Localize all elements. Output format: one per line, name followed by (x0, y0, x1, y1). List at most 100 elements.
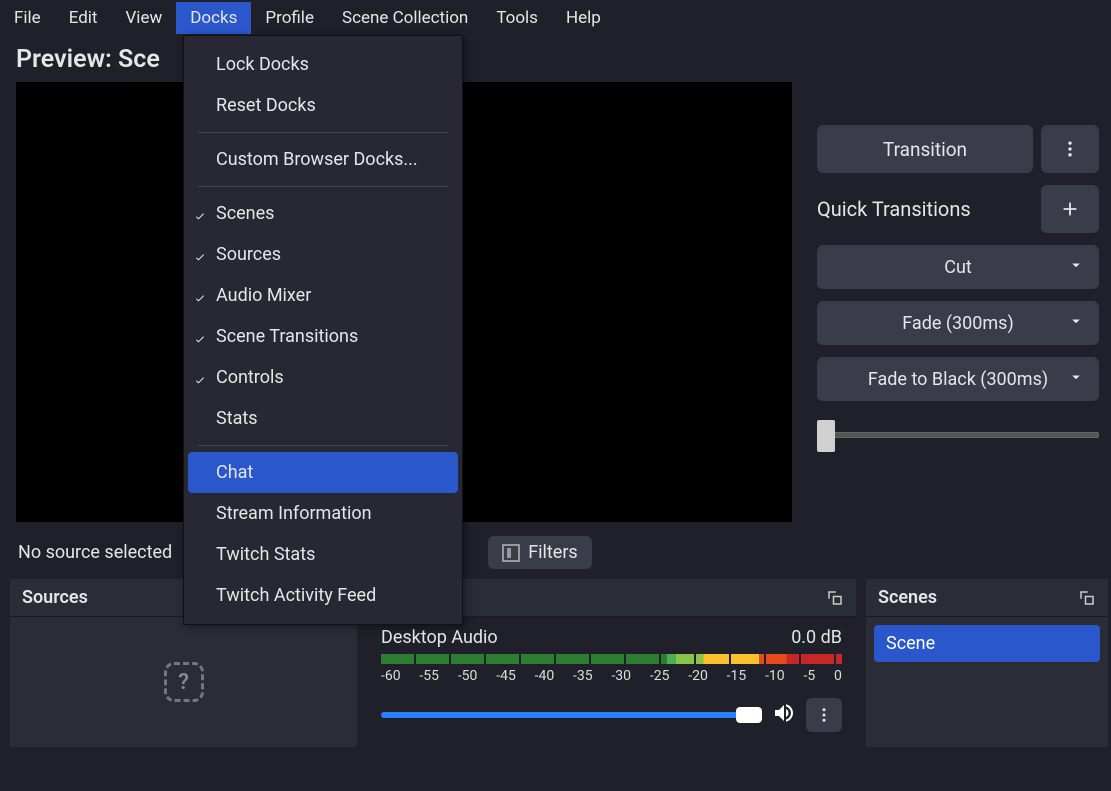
scale-tick: -15 (727, 668, 747, 684)
docks-menu-item[interactable]: Twitch Stats (184, 534, 462, 575)
slider-thumb[interactable] (817, 420, 835, 452)
sources-title: Sources (22, 587, 88, 608)
popout-icon[interactable] (1078, 589, 1096, 607)
quick-transition-label: Fade to Black (300ms) (868, 369, 1048, 390)
quick-transition-fade-black[interactable]: Fade to Black (300ms) (817, 357, 1099, 401)
docks-menu-item[interactable]: Scene Transitions (184, 316, 462, 357)
mixer-channel-row: Desktop Audio 0.0 dB (381, 627, 842, 648)
speaker-icon[interactable] (772, 701, 796, 729)
menu-separator (198, 445, 448, 446)
check-icon (194, 288, 208, 302)
scenes-title: Scenes (878, 587, 937, 608)
volume-slider-thumb[interactable] (736, 707, 762, 723)
transition-duration-slider[interactable] (817, 419, 1099, 451)
filters-button[interactable]: Filters (488, 536, 592, 569)
mixer-channel-level: 0.0 dB (791, 627, 842, 648)
menu-item-label: Twitch Activity Feed (216, 585, 376, 606)
check-icon (194, 370, 208, 384)
chevron-down-icon (1067, 312, 1085, 335)
preview-label: Preview: Sce (0, 35, 1111, 82)
source-status-bar: No source selected Filters (10, 536, 1095, 569)
scene-item[interactable]: Scene (874, 625, 1100, 662)
docks-menu-item[interactable]: Audio Mixer (184, 275, 462, 316)
scale-tick: -60 (381, 668, 401, 684)
transition-button[interactable]: Transition (817, 125, 1033, 173)
mixer-volume-row (381, 698, 842, 732)
menu-item-label: Audio Mixer (216, 285, 311, 306)
volume-slider[interactable] (381, 712, 762, 718)
quick-transition-label: Fade (300ms) (902, 313, 1013, 334)
docks-menu-item[interactable]: Sources (184, 234, 462, 275)
chevron-down-icon (1067, 368, 1085, 391)
menu-item-label: Sources (216, 244, 281, 265)
quick-transition-fade[interactable]: Fade (300ms) (817, 301, 1099, 345)
transitions-panel: Transition Quick Transitions Cut Fade (3… (817, 125, 1099, 451)
scenes-dock: Scenes Scene (866, 579, 1108, 747)
menu-view[interactable]: View (111, 2, 176, 34)
quick-transitions-label: Quick Transitions (817, 197, 971, 221)
scale-tick: -10 (765, 668, 785, 684)
scale-tick: -20 (688, 668, 708, 684)
help-placeholder-icon: ? (164, 662, 204, 702)
menu-docks[interactable]: Docks (176, 2, 251, 34)
scenes-body: Scene (866, 617, 1108, 670)
menu-edit[interactable]: Edit (55, 2, 112, 34)
menu-item-label: Reset Docks (216, 95, 316, 116)
menu-item-label: Scene Transitions (216, 326, 358, 347)
scale-tick: -5 (803, 668, 815, 684)
audio-meter-scale: -60 -55 -50 -45 -40 -35 -30 -25 -20 -15 … (381, 668, 842, 684)
menu-file[interactable]: File (0, 2, 55, 34)
docks-row: Sources ? ixer Desktop Audio 0.0 dB -60 … (0, 579, 1111, 747)
docks-menu-item[interactable]: Twitch Activity Feed (184, 575, 462, 616)
sources-body[interactable]: ? (10, 617, 357, 747)
menu-help[interactable]: Help (552, 2, 615, 34)
scale-tick: -45 (496, 668, 516, 684)
menu-item-label: Controls (216, 367, 284, 388)
scale-tick: 0 (834, 668, 842, 684)
scale-tick: -30 (611, 668, 631, 684)
docks-menu-item[interactable]: Stream Information (184, 493, 462, 534)
check-icon (194, 247, 208, 261)
mixer-channel-name: Desktop Audio (381, 627, 498, 648)
menu-separator (198, 132, 448, 133)
docks-menu-item[interactable]: Reset Docks (184, 85, 462, 126)
scale-tick: -25 (650, 668, 670, 684)
docks-menu-item[interactable]: Controls (184, 357, 462, 398)
check-icon (194, 206, 208, 220)
mixer-options-button[interactable] (806, 698, 842, 732)
transition-options-button[interactable] (1041, 125, 1099, 173)
menu-item-label: Stats (216, 408, 258, 429)
audio-meter (381, 654, 842, 664)
scale-tick: -50 (458, 668, 478, 684)
scenes-dock-header: Scenes (866, 579, 1108, 617)
menu-item-label: Twitch Stats (216, 544, 315, 565)
scale-tick: -55 (419, 668, 439, 684)
scale-tick: -40 (535, 668, 555, 684)
no-source-text: No source selected (10, 536, 180, 569)
menu-item-label: Scenes (216, 203, 274, 224)
docks-menu-item[interactable]: Custom Browser Docks... (184, 139, 462, 180)
menu-item-label: Custom Browser Docks... (216, 149, 418, 170)
quick-transition-label: Cut (944, 257, 972, 278)
docks-menu-item[interactable]: Scenes (184, 193, 462, 234)
menubar: File Edit View Docks Profile Scene Colle… (0, 0, 1111, 35)
menu-profile[interactable]: Profile (251, 2, 328, 34)
mixer-body: Desktop Audio 0.0 dB -60 -55 -50 -45 -40… (367, 617, 856, 732)
docks-menu-item[interactable]: Lock Docks (184, 44, 462, 85)
check-icon (194, 329, 208, 343)
add-quick-transition-button[interactable] (1041, 185, 1099, 233)
scale-tick: -35 (573, 668, 593, 684)
filters-label: Filters (528, 542, 578, 563)
quick-transition-cut[interactable]: Cut (817, 245, 1099, 289)
menu-separator (198, 186, 448, 187)
docks-dropdown: Lock Docks Reset Docks Custom Browser Dock… (183, 35, 463, 625)
docks-menu-item[interactable]: Stats (184, 398, 462, 439)
menu-tools[interactable]: Tools (482, 2, 552, 34)
chevron-down-icon (1067, 256, 1085, 279)
popout-icon[interactable] (826, 589, 844, 607)
docks-menu-item[interactable]: Chat (188, 452, 458, 493)
menu-scene-collection[interactable]: Scene Collection (328, 2, 482, 34)
menu-item-label: Chat (216, 462, 253, 483)
menu-item-label: Stream Information (216, 503, 372, 524)
menu-item-label: Lock Docks (216, 54, 309, 75)
